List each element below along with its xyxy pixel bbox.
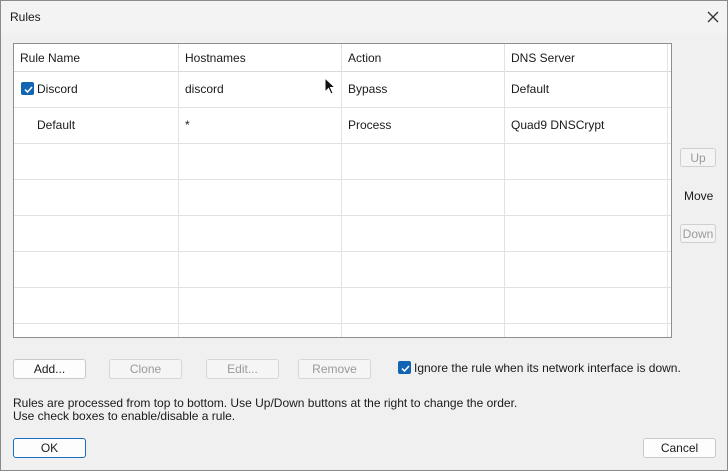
title-bar: Rules bbox=[1, 1, 727, 33]
action-cell: Bypass bbox=[342, 71, 505, 107]
table-row[interactable]: Discord discord Bypass Default bbox=[14, 71, 671, 108]
help-text: Rules are processed from top to bottom. … bbox=[13, 397, 517, 423]
rule-name-text: Default bbox=[37, 118, 76, 132]
mouse-pointer-icon bbox=[324, 77, 336, 95]
ignore-interface-down-checkbox[interactable] bbox=[398, 361, 411, 374]
clone-button[interactable]: Clone bbox=[109, 359, 182, 379]
column-header-hostnames[interactable]: Hostnames bbox=[179, 44, 342, 71]
rules-dialog: Rules Rule Name Hostnames Action DNS Ser… bbox=[0, 0, 728, 471]
rule-name-cell: Default bbox=[14, 107, 179, 143]
column-header-dns-server[interactable]: DNS Server bbox=[505, 44, 668, 71]
hostnames-cell: discord bbox=[179, 71, 342, 107]
close-icon bbox=[707, 11, 719, 23]
checkmark-icon bbox=[401, 365, 410, 373]
help-line-2: Use check boxes to enable/disable a rule… bbox=[13, 409, 236, 423]
table-row[interactable]: Default * Process Quad9 DNSCrypt bbox=[14, 107, 671, 144]
ok-button[interactable]: OK bbox=[13, 438, 86, 458]
remove-button[interactable]: Remove bbox=[298, 359, 371, 379]
move-label: Move bbox=[684, 189, 714, 203]
empty-row bbox=[14, 287, 671, 324]
empty-row bbox=[14, 251, 671, 288]
hostnames-cell: * bbox=[179, 107, 342, 143]
move-up-button[interactable]: Up bbox=[680, 148, 716, 167]
add-button[interactable]: Add... bbox=[13, 359, 86, 379]
dns-server-cell: Quad9 DNSCrypt bbox=[505, 107, 668, 143]
table-header: Rule Name Hostnames Action DNS Server bbox=[14, 44, 671, 72]
empty-row bbox=[14, 215, 671, 252]
empty-row bbox=[14, 323, 671, 337]
dns-server-cell: Default bbox=[505, 71, 668, 107]
edit-button[interactable]: Edit... bbox=[206, 359, 279, 379]
close-button[interactable] bbox=[703, 7, 723, 27]
checkmark-icon bbox=[24, 86, 33, 94]
empty-row bbox=[14, 143, 671, 180]
rule-name-text: Discord bbox=[37, 82, 78, 96]
dialog-title: Rules bbox=[10, 10, 41, 24]
cancel-button[interactable]: Cancel bbox=[643, 438, 716, 458]
empty-row bbox=[14, 179, 671, 216]
column-header-rule-name[interactable]: Rule Name bbox=[14, 44, 179, 71]
action-cell: Process bbox=[342, 107, 505, 143]
rule-enabled-checkbox[interactable] bbox=[21, 82, 34, 95]
move-down-button[interactable]: Down bbox=[680, 224, 716, 243]
rules-table[interactable]: Rule Name Hostnames Action DNS Server Di… bbox=[13, 43, 672, 338]
column-header-action[interactable]: Action bbox=[342, 44, 505, 71]
ignore-interface-down-label[interactable]: Ignore the rule when its network interfa… bbox=[414, 361, 681, 375]
rule-name-cell: Discord bbox=[14, 71, 179, 107]
